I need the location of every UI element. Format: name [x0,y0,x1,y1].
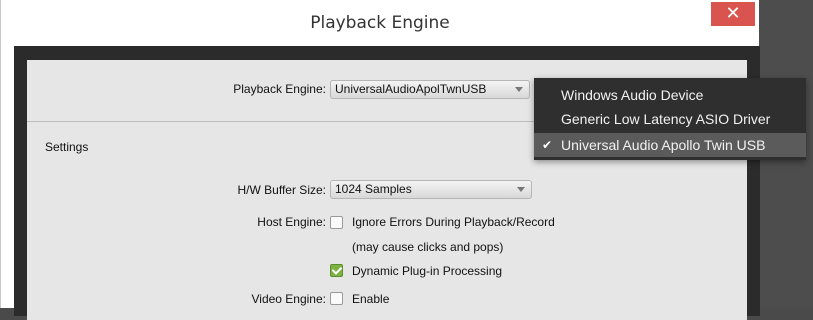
chevron-down-icon [517,187,525,192]
playback-engine-menu: Windows Audio Device Generic Low Latency… [534,78,806,160]
playback-engine-value: UniversalAudioApolTwnUSB [335,82,487,96]
playback-engine-select[interactable]: UniversalAudioApolTwnUSB [330,80,530,99]
dialog-title: Playback Engine [310,13,450,33]
hw-buffer-label: H/W Buffer Size: [237,183,326,197]
chevron-down-icon [515,87,523,92]
ignore-errors-checkbox[interactable] [330,216,343,229]
video-enable-checkbox[interactable] [330,292,343,305]
settings-heading: Settings [45,140,89,154]
hw-buffer-value: 1024 Samples [335,182,412,196]
ignore-errors-label: Ignore Errors During Playback/Record [352,215,555,229]
close-button[interactable]: ✕ [711,2,755,26]
hw-buffer-select[interactable]: 1024 Samples [330,180,532,199]
checkmark-icon: ✔ [542,138,553,152]
menu-item-generic-asio[interactable]: Generic Low Latency ASIO Driver [534,107,806,131]
video-enable-label: Enable [352,292,390,306]
video-engine-label: Video Engine: [251,292,326,306]
title-bar: Playback Engine ✕ [1,0,759,46]
dynamic-plugin-label: Dynamic Plug-in Processing [352,264,503,278]
menu-item-windows-audio[interactable]: Windows Audio Device [534,83,806,107]
menu-item-apollo-twin[interactable]: ✔ Universal Audio Apollo Twin USB [534,133,806,157]
host-engine-label: Host Engine: [257,215,326,229]
playback-engine-label: Playback Engine: [233,82,326,96]
ignore-errors-note: (may cause clicks and pops) [352,240,504,254]
dynamic-plugin-checkbox[interactable] [330,264,343,277]
close-icon: ✕ [725,3,741,24]
